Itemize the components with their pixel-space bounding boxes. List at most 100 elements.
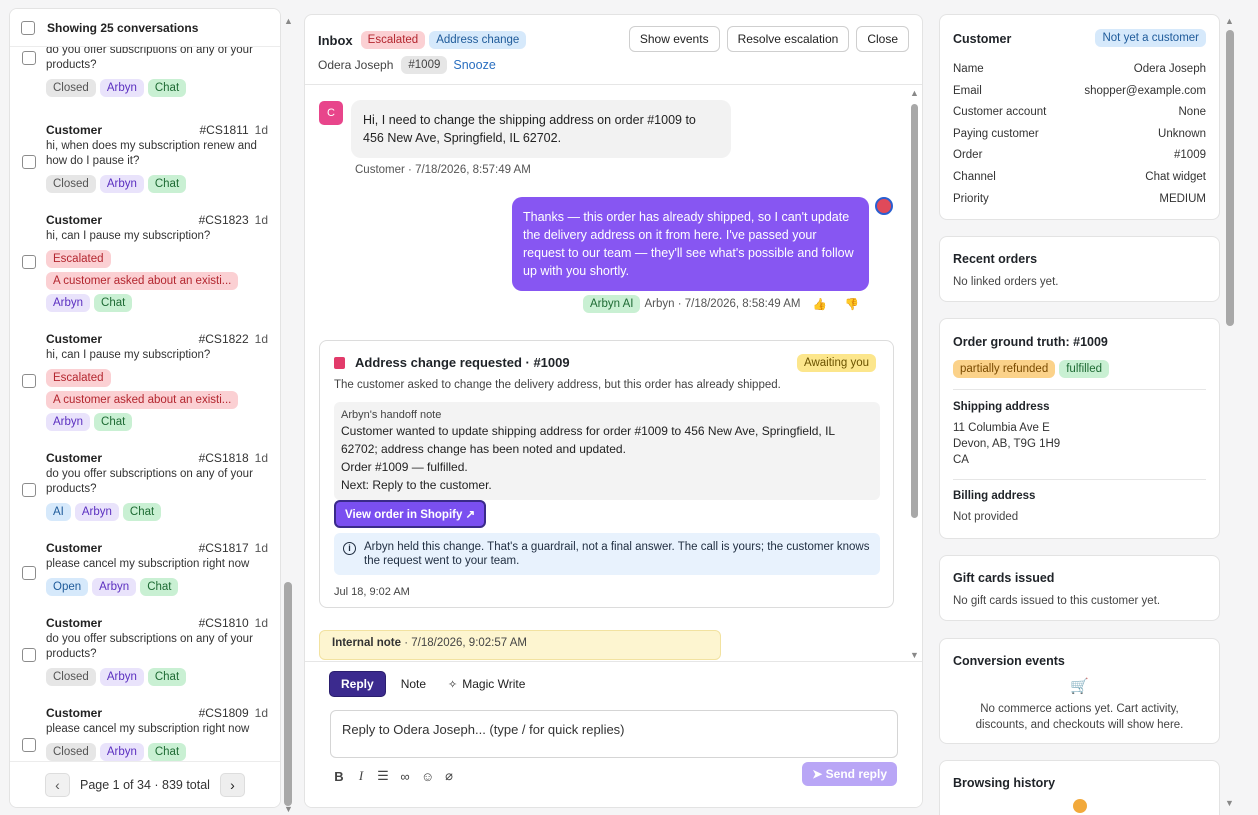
conversation-name: Customer — [46, 213, 103, 227]
agent-timestamp: Arbyn · 7/18/2026, 8:58:49 AM — [644, 298, 801, 310]
conversion-events-empty: No commerce actions yet. Cart activity, … — [975, 703, 1184, 731]
emoji-icon[interactable]: ☺ — [421, 769, 434, 784]
row-checkbox[interactable] — [22, 483, 36, 497]
show-events-button[interactable]: Show events — [628, 26, 720, 52]
scroll-up-icon[interactable]: ▲ — [284, 16, 293, 26]
scroll-down-icon[interactable]: ▼ — [910, 650, 919, 660]
thumbs-down-icon[interactable]: 👎 — [845, 297, 859, 311]
prev-page-button[interactable]: ‹ — [45, 772, 70, 797]
conversation-age: 1d — [254, 332, 268, 346]
handoff-note-order: Order #1009 — fulfilled. — [341, 460, 468, 474]
agent-message-meta: Arbyn AI Arbyn · 7/18/2026, 8:58:49 AM 👍… — [583, 295, 859, 313]
list-item[interactable]: Customer #CS1817 1d please cancel my subsc… — [10, 541, 280, 597]
conversation-list: do you offer subscriptions on any of you… — [10, 29, 280, 767]
list-icon[interactable]: ☰ — [377, 768, 389, 784]
conversation-id: #CS1817 — [198, 541, 249, 555]
recent-orders-title: Recent orders — [953, 252, 1038, 266]
message-thread: C Hi, I need to change the shipping addr… — [305, 86, 922, 660]
gift-cards-title: Gift cards issued — [953, 571, 1055, 585]
tag-alert: A customer asked about an existi... — [46, 391, 239, 409]
conversation-name: Customer — [46, 706, 103, 720]
attachment-icon[interactable]: ⌀ — [443, 768, 455, 784]
guardrail-info: i Arbyn held this change. That's a guard… — [334, 533, 880, 575]
scroll-up-icon[interactable]: ▲ — [910, 88, 919, 98]
row-checkbox[interactable] — [22, 51, 36, 65]
field-customer-account: Customer account None — [953, 106, 1206, 118]
resolve-escalation-button[interactable]: Resolve escalation — [726, 26, 850, 52]
row-checkbox[interactable] — [22, 255, 36, 269]
thread-scrollbar[interactable]: ▲ ▼ — [909, 88, 919, 660]
list-item[interactable]: Customer #CS1822 1d hi, can I pause my sub… — [10, 332, 280, 432]
row-checkbox[interactable] — [22, 566, 36, 580]
customer-message-meta: Customer · 7/18/2026, 8:57:49 AM — [355, 164, 531, 176]
conversation-name: Customer — [46, 541, 103, 555]
inbox-label: Inbox — [318, 32, 353, 48]
scrollbar-thumb[interactable] — [284, 582, 292, 806]
order-chip[interactable]: #1009 — [401, 56, 448, 74]
scrollbar-thumb[interactable] — [911, 104, 918, 518]
list-item[interactable]: Customer #CS1809 1d please cancel my subsc… — [10, 706, 280, 762]
tag-arbyn: Arbyn — [92, 578, 137, 596]
tab-reply[interactable]: Reply — [329, 671, 386, 697]
handoff-note-heading: Arbyn's handoff note — [341, 409, 442, 421]
internal-note-label: Internal note — [332, 637, 402, 649]
tag-arbyn: Arbyn — [74, 503, 119, 521]
page-scrollbar[interactable]: ▲ ▼ — [1225, 16, 1235, 808]
customer-card-title: Customer — [953, 32, 1012, 46]
bookmark-icon — [334, 356, 345, 369]
list-item[interactable]: Customer #CS1810 1d do you offer subscript… — [10, 616, 280, 687]
scroll-down-icon[interactable]: ▼ — [284, 804, 293, 814]
row-checkbox[interactable] — [22, 155, 36, 169]
row-checkbox[interactable] — [22, 738, 36, 752]
conversation-preview: please cancel my subscription right now — [46, 558, 250, 570]
escalated-badge: Escalated — [360, 31, 426, 49]
tag-alert: A customer asked about an existi... — [46, 272, 239, 290]
tab-magic-write[interactable]: ✧ Magic Write — [437, 672, 536, 696]
divider — [953, 389, 1206, 390]
shipping-address: 11 Columbia Ave E Devon, AB, T9G 1H9 CA — [953, 422, 1061, 466]
select-all-checkbox[interactable] — [21, 20, 35, 35]
close-button[interactable]: Close — [856, 26, 909, 52]
conversation-id: #CS1811 — [199, 123, 249, 137]
snooze-link[interactable]: Snooze — [453, 58, 495, 72]
page-indicator: Page 1 of 34 · 839 total — [80, 777, 210, 792]
agent-message: Thanks — this order has already shipped,… — [512, 197, 869, 291]
thumbs-up-icon[interactable]: 👍 — [812, 297, 826, 311]
handoff-note-next: Next: Reply to the customer. — [341, 478, 492, 492]
tag-escalated: Escalated — [46, 369, 111, 387]
row-checkbox[interactable] — [22, 374, 36, 388]
link-icon[interactable]: ∞ — [399, 769, 411, 784]
scroll-up-icon[interactable]: ▲ — [1225, 16, 1234, 26]
field-paying-customer: Paying customer Unknown — [953, 128, 1206, 140]
scrollbar-thumb[interactable] — [1226, 30, 1234, 326]
conversion-events-title: Conversion events — [953, 654, 1065, 668]
reply-input[interactable]: Reply to Odera Joseph... (type / for qui… — [330, 710, 898, 758]
field-priority: Priority MEDIUM — [953, 193, 1206, 205]
conversation-age: 1d — [254, 123, 268, 137]
tag-ai: AI — [46, 503, 71, 521]
tag-chat: Chat — [122, 503, 162, 521]
magic-write-label: Magic Write — [462, 677, 526, 691]
view-in-shopify-button[interactable]: View order in Shopify ↗ — [334, 500, 487, 528]
list-scrollbar[interactable]: ▲ ▼ — [283, 16, 293, 814]
send-reply-button[interactable]: ➤ Send reply — [802, 762, 897, 786]
row-checkbox[interactable] — [22, 648, 36, 662]
customer-message: Hi, I need to change the shipping addres… — [351, 100, 731, 158]
internal-note: Internal note · 7/18/2026, 9:02:57 AM — [319, 630, 721, 660]
shipping-address-label: Shipping address — [953, 401, 1050, 413]
tab-note[interactable]: Note — [390, 672, 437, 696]
list-item[interactable]: Customer #CS1811 1d hi, when does my subsc… — [10, 123, 280, 194]
conversation-age: 1d — [254, 213, 268, 227]
bold-icon[interactable]: B — [333, 769, 345, 784]
italic-icon[interactable]: I — [355, 768, 367, 784]
scroll-down-icon[interactable]: ▼ — [1225, 798, 1234, 808]
list-item[interactable]: Customer #CS1818 1d do you offer subscript… — [10, 451, 280, 522]
conversation-id: #CS1818 — [198, 451, 249, 465]
guardrail-text: Arbyn held this change. That's a guardra… — [364, 541, 870, 567]
next-page-button[interactable]: › — [219, 772, 245, 797]
field-channel: Channel Chat widget — [953, 171, 1206, 183]
globe-icon — [1073, 799, 1087, 813]
list-item[interactable]: Customer #CS1823 1d hi, can I pause my sub… — [10, 213, 280, 313]
divider — [953, 479, 1206, 480]
tag-chat: Chat — [147, 79, 187, 97]
